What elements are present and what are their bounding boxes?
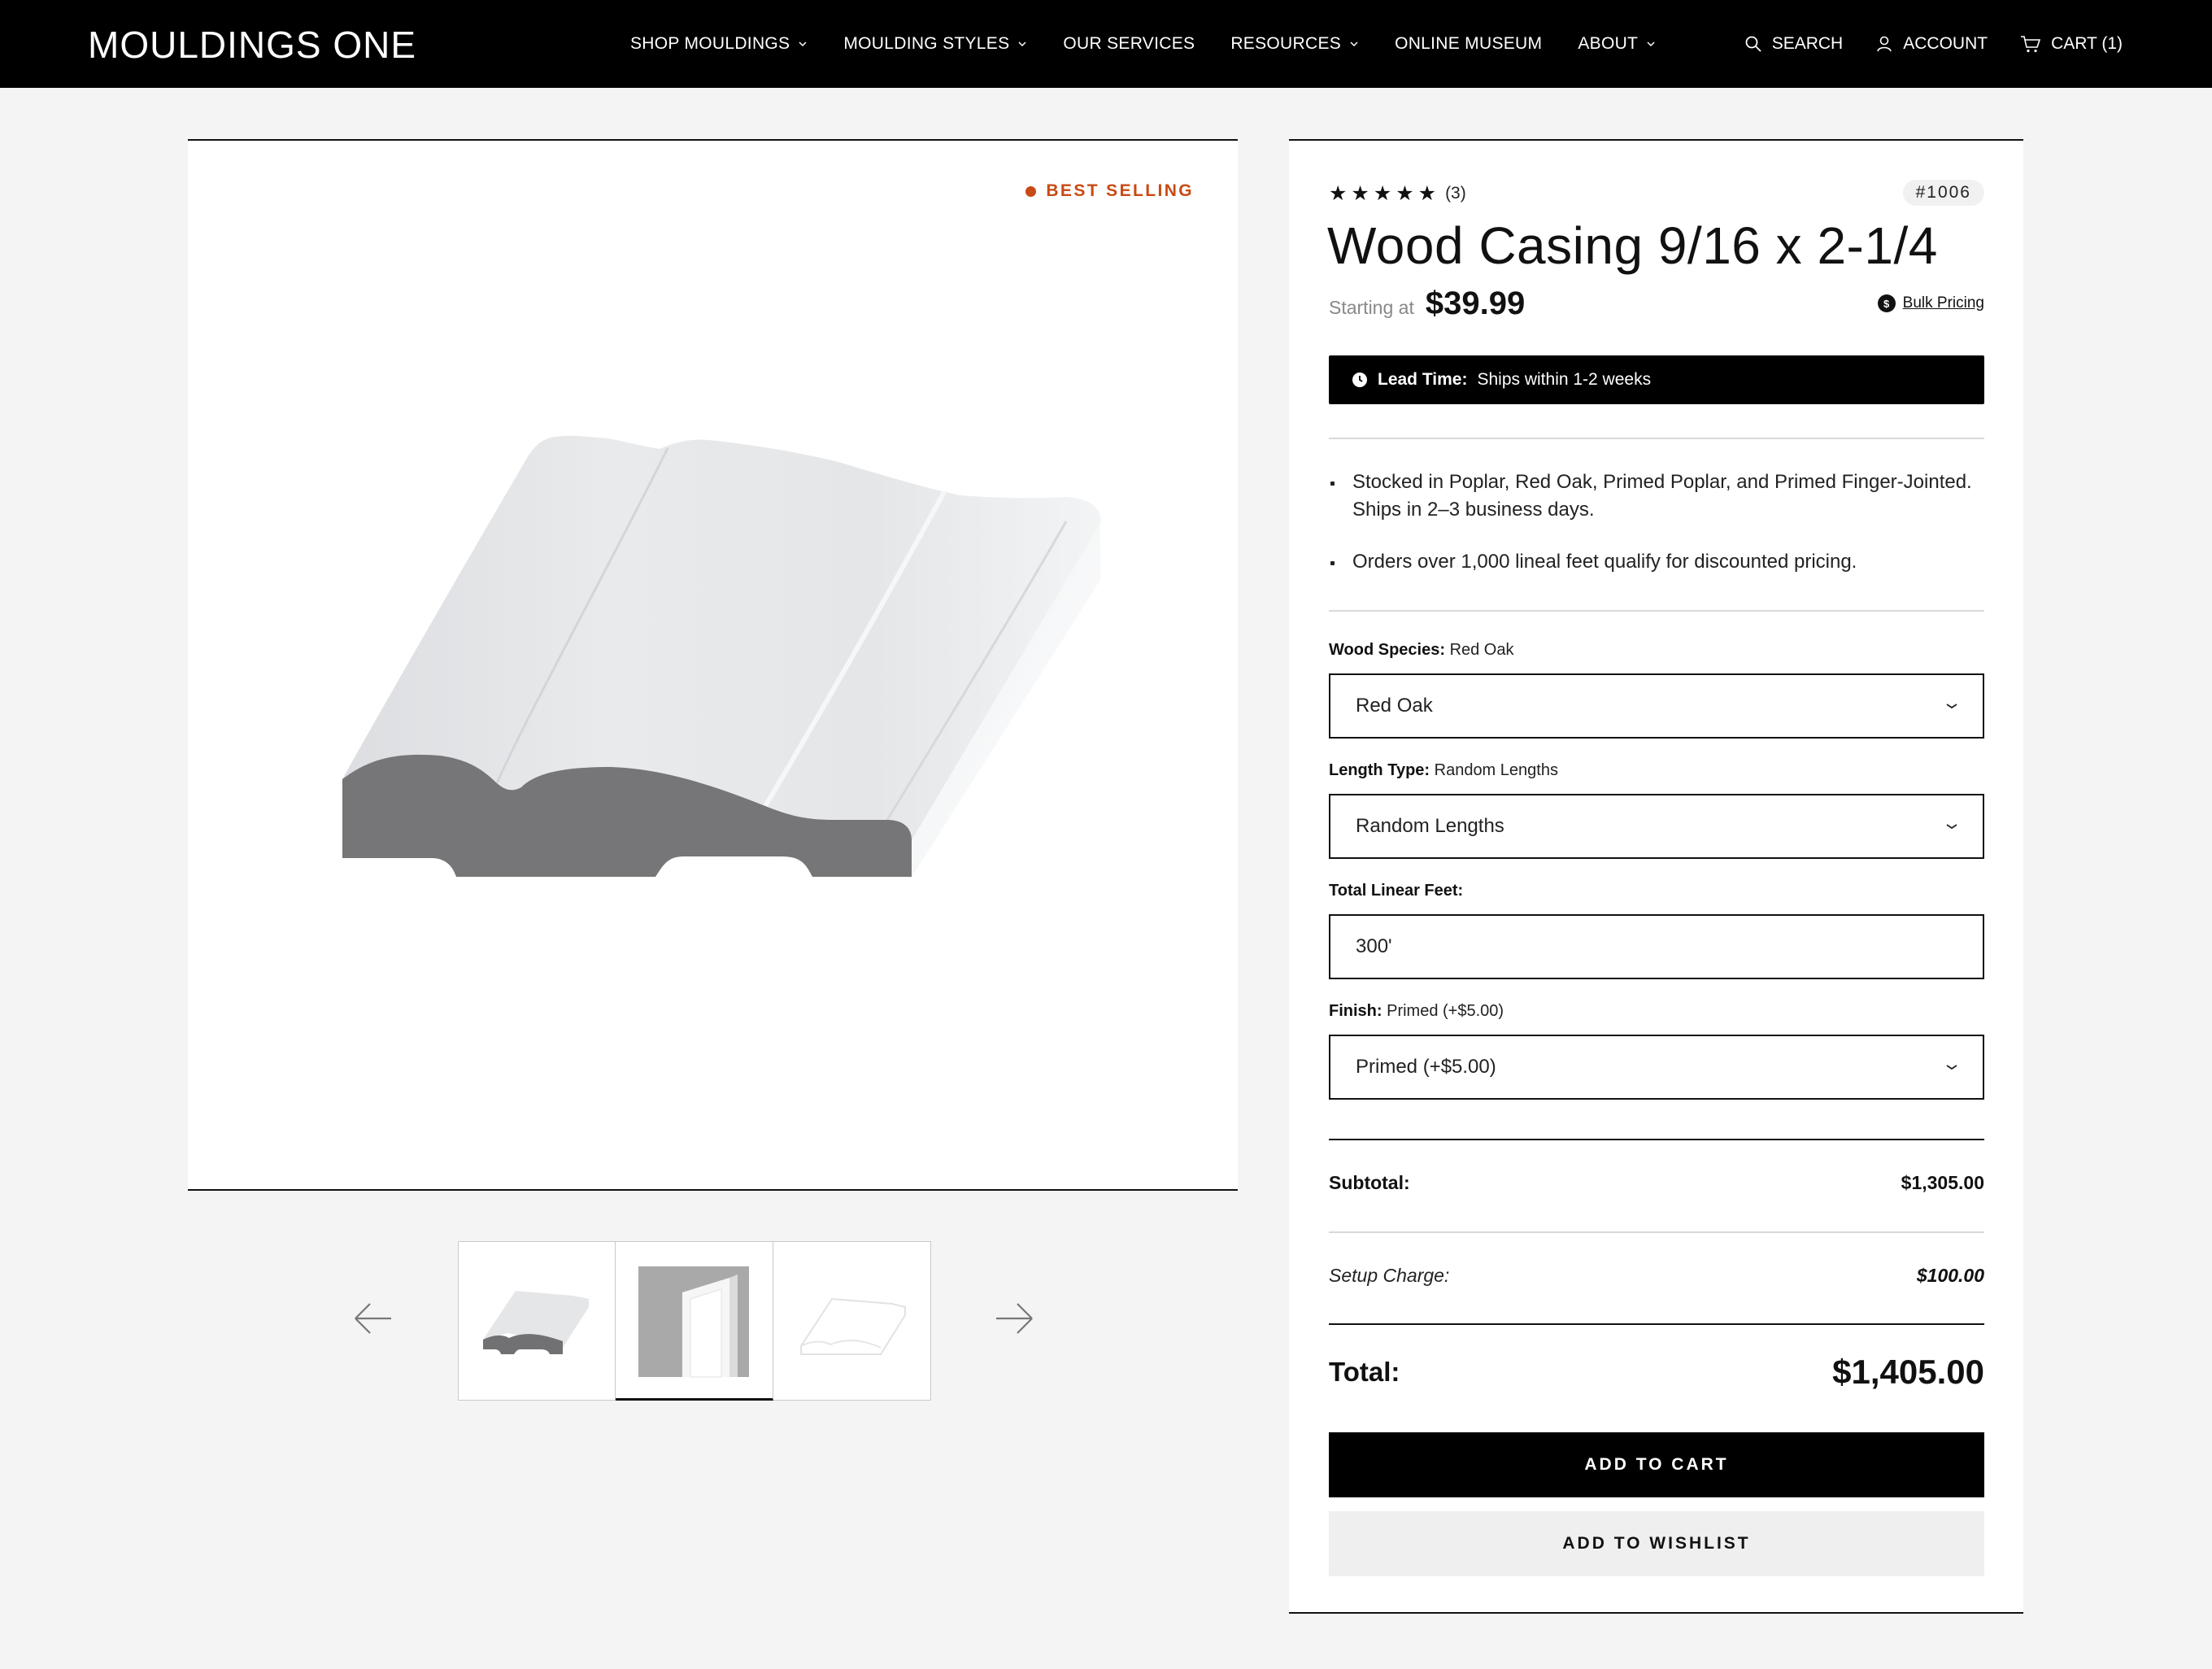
site-header: MOULDINGS ONE SHOP MOULDINGS MOULDING ST… — [0, 0, 2212, 88]
product-highlights: Stocked in Poplar, Red Oak, Primed Popla… — [1329, 468, 1984, 600]
cart-link[interactable]: CART (1) — [2020, 34, 2123, 54]
search-label: SEARCH — [1771, 34, 1844, 53]
field-label-value: Red Oak — [1449, 641, 1514, 659]
thumbnail-profile[interactable] — [458, 1241, 616, 1401]
chevron-down-icon — [1647, 41, 1655, 47]
rating-count: (3) — [1445, 184, 1466, 203]
chevron-down-icon — [1350, 41, 1358, 47]
divider — [1329, 1231, 1984, 1233]
nav-label: SHOP MOULDINGS — [630, 34, 790, 53]
chevron-down-icon — [1946, 824, 1957, 830]
chevron-down-icon — [799, 41, 807, 47]
lead-time-banner: Lead Time: Ships within 1-2 weeks — [1329, 355, 1984, 404]
door-casing-photo-icon — [638, 1266, 749, 1378]
account-link[interactable]: ACCOUNT — [1875, 34, 1988, 54]
total-value: $1,405.00 — [1832, 1353, 1984, 1391]
nav-resources[interactable]: RESOURCES — [1230, 34, 1359, 54]
lead-time-value: Ships within 1-2 weeks — [1477, 370, 1652, 389]
lead-time-label: Lead Time: — [1378, 370, 1468, 389]
sku-badge: #1006 — [1902, 180, 1984, 206]
starting-at-label: Starting at — [1329, 297, 1414, 318]
selected-value: Random Lengths — [1356, 815, 1504, 837]
product-image-gallery: BEST SELLING — [188, 139, 1238, 1191]
user-icon — [1877, 36, 1892, 52]
star-rating-icons: ★★★★★ — [1329, 182, 1441, 205]
finish-select[interactable]: Primed (+$5.00) — [1329, 1035, 1984, 1100]
chevron-down-icon — [1946, 1065, 1957, 1070]
thumbnail-strip — [458, 1241, 931, 1401]
bulk-pricing-label: Bulk Pricing — [1902, 294, 1984, 312]
divider — [1329, 1139, 1984, 1140]
setup-charge-label: Setup Charge: — [1329, 1265, 1450, 1286]
arrow-right-icon[interactable] — [988, 1292, 1042, 1345]
cart-label: CART (1) — [2051, 34, 2123, 53]
add-to-cart-button[interactable]: ADD TO CART — [1329, 1432, 1984, 1497]
subtotal-row: Subtotal: $1,305.00 — [1329, 1172, 1984, 1194]
search-icon — [1745, 36, 1761, 52]
nav-shop-mouldings[interactable]: SHOP MOULDINGS — [630, 34, 808, 54]
product-image[interactable] — [188, 141, 1238, 1191]
field-label-value: Random Lengths — [1434, 761, 1558, 779]
bulk-pricing-link[interactable]: $ Bulk Pricing — [1877, 294, 1984, 312]
dollar-icon: $ — [1877, 294, 1896, 312]
moulding-profile-icon — [483, 1291, 589, 1354]
selected-value: Primed (+$5.00) — [1356, 1056, 1496, 1078]
nav-label: ABOUT — [1578, 34, 1639, 53]
finish-label: Finish: Primed (+$5.00) — [1329, 1002, 1504, 1021]
main-nav: SHOP MOULDINGS MOULDING STYLES OUR SERVI… — [630, 0, 1656, 88]
divider — [1329, 1323, 1984, 1325]
divider — [1329, 438, 1984, 439]
field-label-value: Primed (+$5.00) — [1387, 1002, 1504, 1020]
total-row: Total: $1,405.00 — [1329, 1353, 1984, 1392]
linear-feet-label: Total Linear Feet: — [1329, 882, 1463, 900]
field-label-key: Wood Species: — [1329, 641, 1445, 659]
setup-charge-row: Setup Charge: $100.00 — [1329, 1265, 1984, 1287]
subtotal-value: $1,305.00 — [1901, 1172, 1984, 1193]
account-label: ACCOUNT — [1903, 34, 1988, 53]
nav-our-services[interactable]: OUR SERVICES — [1063, 34, 1195, 54]
search-link[interactable]: SEARCH — [1744, 34, 1844, 54]
add-to-wishlist-button[interactable]: ADD TO WISHLIST — [1329, 1511, 1984, 1576]
site-logo[interactable]: MOULDINGS ONE — [88, 23, 416, 67]
field-label-key: Finish: — [1329, 1002, 1382, 1020]
length-type-label: Length Type: Random Lengths — [1329, 761, 1558, 780]
chevron-down-icon — [1018, 41, 1026, 47]
nav-moulding-styles[interactable]: MOULDING STYLES — [843, 34, 1027, 54]
product-title: Wood Casing 9/16 x 2-1/4 — [1327, 216, 1938, 275]
linear-feet-input[interactable]: 300' — [1329, 914, 1984, 979]
price-row: Starting at $39.99 — [1329, 285, 1525, 322]
moulding-outline-icon — [800, 1297, 906, 1355]
subtotal-label: Subtotal: — [1329, 1172, 1410, 1193]
clock-icon — [1352, 373, 1367, 387]
nav-label: MOULDING STYLES — [843, 34, 1010, 53]
field-label-key: Length Type: — [1329, 761, 1430, 779]
nav-label: ONLINE MUSEUM — [1395, 34, 1543, 53]
thumbnail-installed[interactable] — [616, 1241, 773, 1401]
length-type-select[interactable]: Random Lengths — [1329, 794, 1984, 859]
chevron-down-icon — [1946, 704, 1957, 709]
utility-nav: SEARCH ACCOUNT CART (1) — [1744, 0, 2123, 88]
field-label-key: Total Linear Feet: — [1329, 882, 1464, 900]
cart-icon — [2021, 36, 2041, 53]
arrow-left-icon[interactable] — [346, 1292, 399, 1345]
highlight-item: Orders over 1,000 lineal feet qualify fo… — [1329, 548, 1984, 576]
nav-label: OUR SERVICES — [1063, 34, 1195, 53]
wood-species-label: Wood Species: Red Oak — [1329, 641, 1514, 660]
highlight-item: Stocked in Poplar, Red Oak, Primed Popla… — [1329, 468, 1984, 524]
divider — [1329, 610, 1984, 612]
wood-species-select[interactable]: Red Oak — [1329, 673, 1984, 739]
nav-online-museum[interactable]: ONLINE MUSEUM — [1395, 34, 1542, 54]
product-purchase-panel: ★★★★★ (3) #1006 Wood Casing 9/16 x 2-1/4… — [1289, 139, 2023, 1614]
input-value: 300' — [1356, 935, 1392, 957]
product-price: $39.99 — [1425, 285, 1526, 321]
selected-value: Red Oak — [1356, 695, 1433, 717]
total-label: Total: — [1329, 1357, 1400, 1387]
nav-about[interactable]: ABOUT — [1578, 34, 1656, 54]
thumbnail-outline[interactable] — [773, 1241, 931, 1401]
product-rating[interactable]: ★★★★★ (3) — [1329, 181, 1466, 206]
setup-charge-value: $100.00 — [1916, 1265, 1984, 1286]
nav-label: RESOURCES — [1230, 34, 1342, 53]
